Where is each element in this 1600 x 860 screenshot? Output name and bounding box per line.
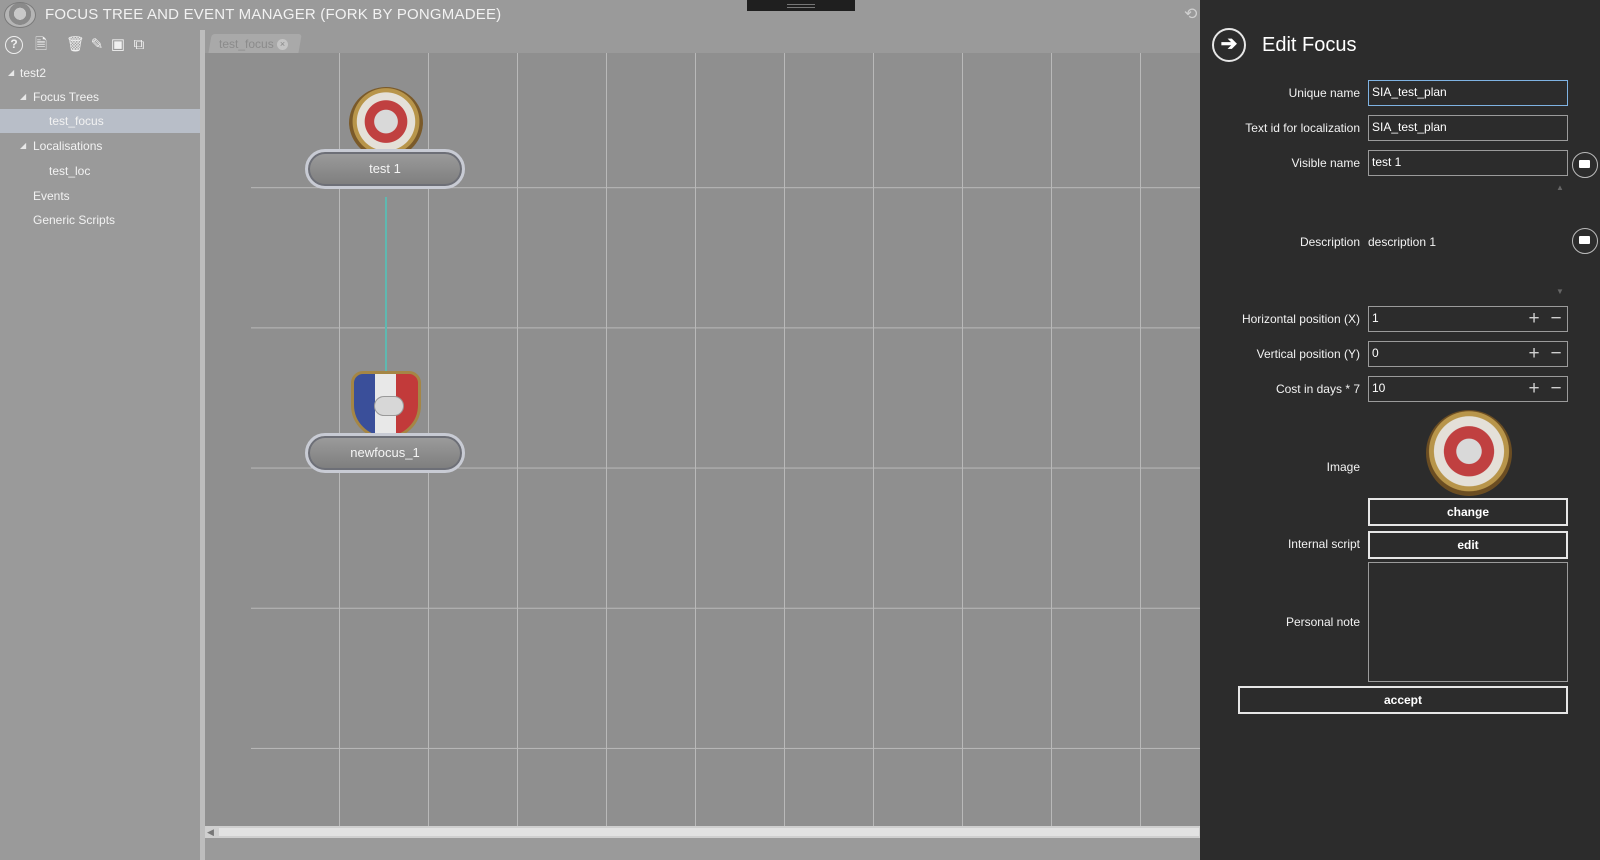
image-icon[interactable]: ▣ [109, 36, 127, 54]
focus-tree-canvas[interactable]: test 1 newfocus_1 [205, 53, 1200, 826]
personal-note-label: Personal note [1285, 615, 1360, 629]
visible-name-label: Visible name [1291, 156, 1360, 170]
minus-icon[interactable]: − [1547, 344, 1565, 363]
image-label: Image [1326, 460, 1360, 474]
app-logo-icon [4, 2, 36, 28]
scrollbar-thumb[interactable] [219, 828, 1199, 836]
minus-icon[interactable]: − [1547, 309, 1565, 328]
tab-close-icon[interactable]: × [277, 39, 288, 50]
accept-button[interactable]: accept [1238, 686, 1568, 714]
tree-item-label: Focus Trees [33, 90, 100, 104]
handshake-icon [374, 396, 404, 416]
visible-name-input[interactable]: test 1 [1368, 150, 1568, 176]
tree-item-label: test_focus [49, 114, 104, 128]
title-bar: FOCUS TREE AND EVENT MANAGER (FORK BY PO… [0, 0, 1200, 30]
edit-focus-panel: ➔ Edit Focus Unique name SIA_test_plan T… [1200, 0, 1600, 860]
document-tab-label[interactable]: test_focus [219, 37, 274, 51]
copy-icon[interactable]: ⧉ [130, 36, 148, 54]
plus-icon[interactable]: + [1525, 344, 1543, 363]
plus-icon[interactable]: + [1525, 379, 1543, 398]
tree-item-generic-scripts[interactable]: Generic Scripts [0, 208, 200, 232]
tree-item-label: Localisations [33, 139, 103, 153]
toolbar: ? 🗎 🗑 ✎ ▣ ⧉ [0, 30, 200, 58]
cost-label: Cost in days * 7 [1275, 382, 1360, 396]
focus-node[interactable]: test 1 [305, 87, 465, 197]
description-comment-button[interactable] [1572, 228, 1598, 254]
focus-node[interactable]: newfocus_1 [305, 371, 465, 481]
focus-label: newfocus_1 [350, 445, 420, 460]
expand-arrow-icon[interactable]: ◢ [20, 134, 26, 158]
horizontal-scrollbar[interactable]: ◀ [205, 826, 1200, 838]
unique-name-input[interactable]: SIA_test_plan [1368, 80, 1568, 106]
minus-icon[interactable]: − [1547, 379, 1565, 398]
tree-item-label: test2 [20, 66, 47, 80]
description-label: Description [1299, 235, 1360, 249]
tree-item-events[interactable]: Events [0, 184, 200, 208]
tree-item-test-loc[interactable]: test_loc [0, 159, 200, 183]
prerequisite-connector [385, 197, 387, 380]
tree-item-test-focus[interactable]: test_focus [0, 109, 200, 133]
internal-script-label: Internal script [1287, 537, 1360, 551]
help-icon[interactable]: ? [5, 36, 23, 54]
plus-icon[interactable]: + [1525, 309, 1543, 328]
tree-item-label: Events [33, 189, 70, 203]
hpos-label: Horizontal position (X) [1241, 312, 1360, 326]
expand-arrow-icon[interactable]: ◢ [8, 61, 14, 85]
unique-name-label: Unique name [1288, 86, 1360, 100]
text-id-input[interactable]: SIA_test_plan [1368, 115, 1568, 141]
vpos-label: Vertical position (Y) [1256, 347, 1360, 361]
description-value[interactable]: description 1 [1368, 235, 1436, 249]
text-id-label: Text id for localization [1245, 121, 1360, 135]
tree-item-test2[interactable]: ◢ test2 [0, 61, 200, 85]
expand-arrow-icon[interactable]: ◢ [20, 85, 26, 109]
france-handshake-emblem-icon [351, 371, 421, 439]
project-tree: ◢ test2 ◢ Focus Trees test_focus ◢ Local… [0, 58, 200, 860]
scroll-left-icon[interactable]: ◀ [207, 827, 214, 838]
window-grip-handle[interactable] [747, 0, 855, 11]
change-image-button[interactable]: change [1368, 498, 1568, 526]
edit-icon[interactable]: ✎ [88, 36, 106, 54]
tree-item-focus-trees[interactable]: ◢ Focus Trees [0, 85, 200, 109]
edit-script-button[interactable]: edit [1368, 531, 1568, 559]
document-footer [205, 838, 1200, 860]
back-arrow-button[interactable]: ➔ [1212, 28, 1246, 62]
new-file-icon[interactable]: 🗎 [32, 36, 50, 54]
refresh-icon[interactable]: ⟲ [1184, 4, 1197, 24]
focus-label: test 1 [369, 161, 401, 176]
tree-item-label: test_loc [49, 164, 91, 178]
focus-image-preview-icon [1426, 410, 1512, 496]
tree-item-localisations[interactable]: ◢ Localisations [0, 134, 200, 158]
collapse-arrow-icon[interactable]: ▲ [1556, 183, 1564, 192]
expand-arrow-icon[interactable]: ▼ [1556, 287, 1564, 296]
app-title: FOCUS TREE AND EVENT MANAGER (FORK BY PO… [45, 6, 502, 23]
canvas-margin [205, 53, 251, 826]
visible-name-comment-button[interactable] [1572, 152, 1598, 178]
delete-icon[interactable]: 🗑 [66, 36, 85, 54]
tree-item-label: Generic Scripts [33, 213, 116, 227]
panel-title: Edit Focus [1262, 34, 1357, 56]
personal-note-textarea[interactable] [1368, 562, 1568, 682]
